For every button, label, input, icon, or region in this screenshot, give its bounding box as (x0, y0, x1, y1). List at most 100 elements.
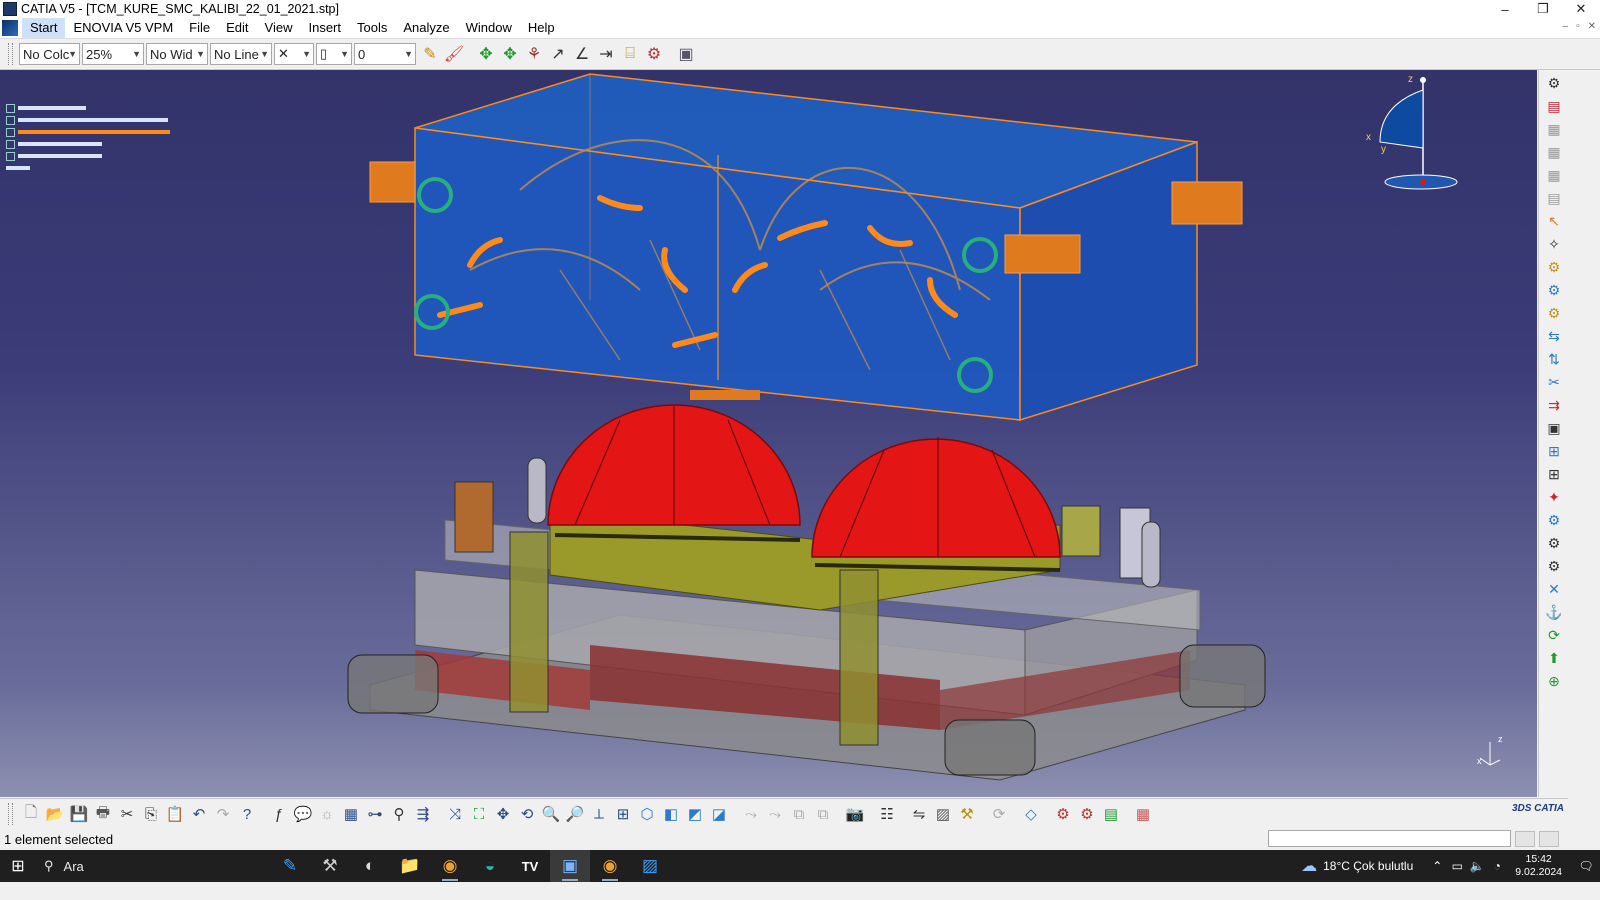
multi-instance-icon[interactable]: ✂ (1543, 372, 1565, 392)
system-clock[interactable]: 15:42 9.02.2024 (1515, 853, 1562, 879)
graph-icon[interactable]: ⊶ (364, 803, 386, 825)
section-disabled-icon[interactable]: ⧉ (812, 803, 834, 825)
normal-view-icon[interactable]: ⟂ (588, 803, 610, 825)
constraint-toolbar-icon[interactable]: ⇋ (908, 803, 930, 825)
lower-mold-body[interactable] (347, 404, 1266, 781)
taskbar-app-tool-icon[interactable]: ⚒ (310, 850, 350, 882)
minimize-button[interactable]: – (1486, 0, 1524, 18)
hide-show-icon[interactable]: ◩ (684, 803, 706, 825)
doc-close-button[interactable]: ✕ (1588, 21, 1596, 32)
explode-disabled-icon[interactable]: ⤳ (764, 803, 786, 825)
toolbar-grip[interactable] (8, 803, 13, 825)
analysis-icon[interactable]: ⌸ (619, 43, 641, 65)
manipulate-icon[interactable]: ⊕ (1543, 671, 1565, 691)
copy-icon[interactable]: ▦ (1543, 165, 1565, 185)
line-width-combo[interactable]: No Wid ▼ (146, 43, 208, 65)
point-symbol-combo[interactable]: ✕ ▼ (274, 43, 314, 65)
rotate-icon[interactable]: ⟲ (516, 803, 538, 825)
fix-icon[interactable]: ⚓ (1543, 602, 1565, 622)
document-icon[interactable]: ▤ (1543, 188, 1565, 208)
select-icon[interactable]: ↖ (1543, 211, 1565, 231)
iso-view-icon[interactable]: ⬡ (636, 803, 658, 825)
print-icon[interactable]: 🖶 (92, 803, 114, 825)
menu-file[interactable]: File (181, 18, 218, 38)
whats-this-icon[interactable]: ? (236, 803, 258, 825)
stop-command-button[interactable] (1515, 831, 1535, 847)
light-icon[interactable]: ☼ (316, 803, 338, 825)
multi-view-icon[interactable]: ⊞ (612, 803, 634, 825)
render-style-icon[interactable]: ◧ (660, 803, 682, 825)
analysis-tool-icon[interactable]: ⚙ (1076, 803, 1098, 825)
menu-enovia[interactable]: ENOVIA V5 VPM (65, 18, 181, 38)
plane-icon[interactable]: ◇ (1020, 803, 1042, 825)
doc-minimize-button[interactable]: – (1563, 21, 1569, 32)
pan-icon[interactable]: ✥ (475, 43, 497, 65)
network-icon[interactable]: ◔ (1487, 859, 1507, 873)
windows-start-icon[interactable]: ⊞ (0, 850, 36, 882)
pan-view-icon[interactable]: ✥ (492, 803, 514, 825)
offset-icon[interactable]: ⚙ (1543, 556, 1565, 576)
toolbar-grip[interactable] (8, 43, 13, 65)
taskbar-app-drawing-icon[interactable]: ✎ (270, 850, 310, 882)
chevron-up-icon[interactable]: ⌃ (1427, 859, 1447, 873)
swap-space-icon[interactable]: ◪ (708, 803, 730, 825)
table-icon[interactable]: ▦ (1543, 119, 1565, 139)
restore-button[interactable]: ❐ (1524, 0, 1562, 18)
fly-mode-icon[interactable]: ⤨ (444, 803, 466, 825)
snap-icon[interactable]: ⚘ (523, 43, 545, 65)
undo-icon[interactable]: ↶ (188, 803, 210, 825)
compass-widget[interactable]: x y z (1366, 74, 1458, 190)
menu-insert[interactable]: Insert (300, 18, 349, 38)
camera-icon[interactable]: 📷 (844, 803, 866, 825)
mold-assembly-model[interactable]: x y z z x (0, 70, 1537, 797)
zoom-in-icon[interactable]: 🔍 (540, 803, 562, 825)
component-icon[interactable]: ⚙ (1543, 280, 1565, 300)
taskbar-tradingview-icon[interactable]: TV (510, 850, 550, 882)
taskbar-app-palette-icon[interactable]: ◐ (350, 850, 390, 882)
upper-mold-box[interactable] (369, 73, 1243, 422)
volume-icon[interactable]: 🔈 (1467, 859, 1487, 873)
angle-constraint-icon[interactable]: ✕ (1543, 579, 1565, 599)
bolt-icon[interactable]: ⚒ (956, 803, 978, 825)
taskbar-file-explorer-icon[interactable]: 📁 (390, 850, 430, 882)
graph-tree-icon[interactable]: ▣ (1543, 418, 1565, 438)
pdf-icon[interactable]: ▤ (1543, 96, 1565, 116)
material-icon[interactable]: ▨ (932, 803, 954, 825)
redo-icon[interactable]: ↷ (212, 803, 234, 825)
knowledge-icon[interactable]: 💬 (292, 803, 314, 825)
save-management-icon[interactable]: ⬆ (1543, 648, 1565, 668)
update-icon[interactable]: ⟳ (1543, 625, 1565, 645)
menu-view[interactable]: View (257, 18, 301, 38)
format-painter-icon[interactable]: ✎ (419, 43, 441, 65)
fast-instance-icon[interactable]: ⇉ (1543, 395, 1565, 415)
catia-menu-icon[interactable] (2, 20, 18, 36)
move-compass-icon[interactable]: ✥ (499, 43, 521, 65)
measure-icon[interactable]: ↗ (547, 43, 569, 65)
menu-tools[interactable]: Tools (349, 18, 395, 38)
report-icon[interactable]: ▤ (1100, 803, 1122, 825)
fit-all-icon[interactable]: ⛶ (468, 803, 490, 825)
table-icon[interactable]: ▦ (340, 803, 362, 825)
new-icon[interactable]: 🗋 (20, 803, 42, 825)
scene-icon[interactable]: ⊞ (1543, 441, 1565, 461)
replace-icon[interactable]: ⇆ (1543, 326, 1565, 346)
menu-window[interactable]: Window (458, 18, 520, 38)
contact-icon[interactable]: ⚙ (1543, 533, 1565, 553)
sketcher-icon[interactable]: ⚙ (1543, 73, 1565, 93)
update-all-icon[interactable]: ⟳ (988, 803, 1010, 825)
copy-icon[interactable]: ⎘ (140, 803, 162, 825)
clash-icon[interactable]: ⚙ (643, 43, 665, 65)
taskbar-chrome-icon[interactable]: ◉ (430, 850, 470, 882)
rendering-style-combo[interactable]: ▯ ▼ (316, 43, 352, 65)
menu-analyze[interactable]: Analyze (395, 18, 457, 38)
taskbar-chrome-second-icon[interactable]: ◉ (590, 850, 630, 882)
battery-icon[interactable]: ▭ (1447, 859, 1467, 873)
close-button[interactable]: ✕ (1562, 0, 1600, 18)
snap-disabled-icon[interactable]: ⤳ (740, 803, 762, 825)
product-icon[interactable]: ⚙ (1543, 257, 1565, 277)
cut-icon[interactable]: ✂ (116, 803, 138, 825)
catalog-icon[interactable]: ▦ (1543, 142, 1565, 162)
coincidence-icon[interactable]: ⚙ (1543, 510, 1565, 530)
clash-disabled-icon[interactable]: ⧉ (788, 803, 810, 825)
notification-icon[interactable]: 🗨 (1572, 859, 1600, 873)
